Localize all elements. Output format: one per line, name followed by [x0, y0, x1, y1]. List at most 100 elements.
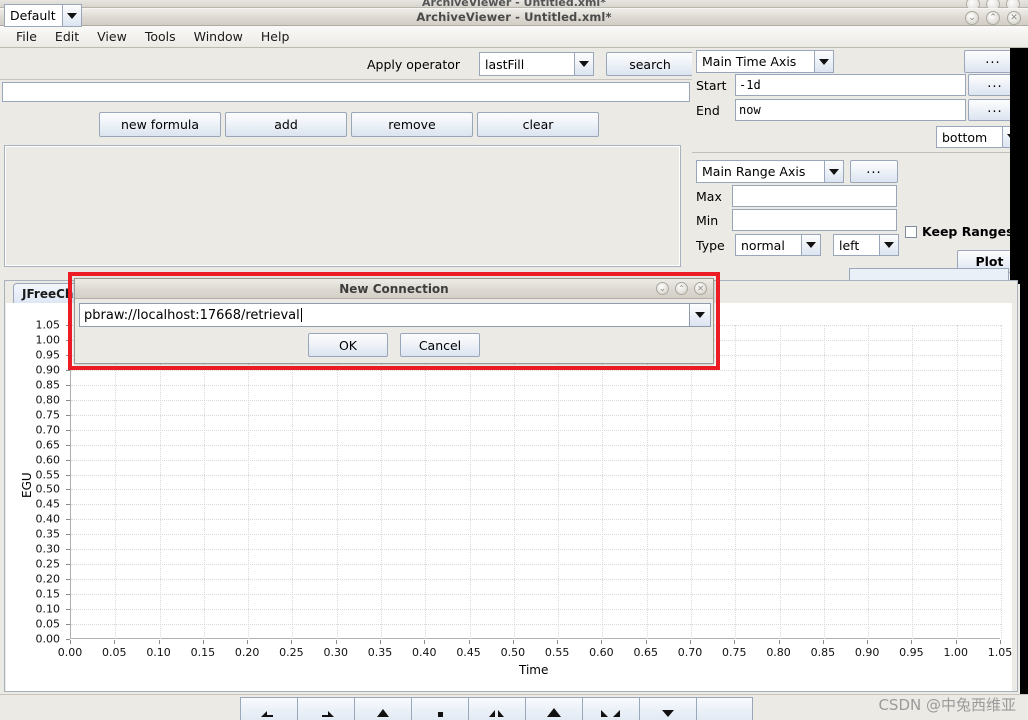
scroll-down-icon[interactable] — [639, 697, 696, 720]
pv-list-panel[interactable] — [4, 145, 681, 267]
chart-y-tick-label: 1.05 — [35, 318, 61, 332]
chevron-down-icon[interactable] — [801, 235, 820, 255]
chart-x-tickmark — [557, 640, 559, 644]
time-axis-combo[interactable]: Main Time Axis — [696, 50, 834, 73]
remove-button[interactable]: remove — [351, 112, 473, 137]
chart-plot-area[interactable] — [70, 325, 1002, 639]
range-axis-config-button[interactable]: ... — [850, 160, 898, 183]
min-input[interactable] — [732, 209, 897, 231]
blank-icon[interactable] — [696, 697, 753, 720]
chart-x-tickmark — [512, 640, 514, 644]
range-side-value: left — [834, 235, 879, 255]
max-input[interactable] — [732, 185, 897, 207]
close-button[interactable]: ✕ — [1007, 11, 1021, 25]
new-formula-button[interactable]: new formula — [99, 112, 221, 137]
keep-ranges-checkbox[interactable]: Keep Ranges — [905, 224, 1014, 239]
chart-y-tickmark — [66, 384, 70, 386]
chart-y-tickmark — [66, 519, 70, 521]
nav-forward-icon[interactable] — [297, 697, 354, 720]
chart-y-tickmark — [66, 399, 70, 401]
chart-x-tickmark — [911, 640, 913, 644]
pv-list-inner — [5, 146, 680, 266]
chart-x-tickmark — [468, 640, 470, 644]
menu-window[interactable]: Window — [186, 27, 251, 46]
pv-search-input[interactable] — [2, 82, 690, 102]
chart-y-tick-label: 0.65 — [35, 438, 61, 452]
cancel-button[interactable]: Cancel — [400, 333, 480, 357]
chart-y-tick-label: 0.70 — [35, 423, 61, 437]
zoom-in-icon[interactable] — [525, 697, 582, 720]
range-axis-combo[interactable]: Main Range Axis — [696, 160, 844, 183]
chart-gridline-vertical — [602, 325, 604, 639]
chart-x-tickmark — [690, 640, 691, 644]
chart-x-tick-label: 0.90 — [854, 646, 880, 659]
formula-button-row: new formula add remove clear — [0, 104, 692, 142]
chart-x-tickmark — [202, 640, 204, 644]
chart-x-tickmark — [645, 640, 647, 644]
range-type-combo[interactable]: normal — [735, 234, 821, 256]
chart-gridline-horizontal — [71, 384, 1001, 386]
chevron-down-icon[interactable] — [824, 161, 843, 182]
operator-combo[interactable]: lastFill — [479, 52, 594, 76]
new-connection-dialog[interactable]: New Connection ⌄ ⌃ ✕ pbraw://localhost:1… — [74, 278, 714, 364]
stop-icon[interactable] — [411, 697, 468, 720]
zoom-in-horizontal-icon[interactable] — [468, 697, 525, 720]
end-label: End — [696, 103, 720, 118]
chevron-down-icon[interactable] — [62, 5, 81, 26]
menu-tools[interactable]: Tools — [137, 27, 184, 46]
chevron-down-icon[interactable] — [574, 53, 593, 75]
menu-help[interactable]: Help — [253, 27, 298, 46]
window-title: ArchiveViewer - Untitled.xml* — [416, 10, 612, 24]
minimize-button[interactable]: ⌄ — [965, 11, 979, 25]
config-profile-combo[interactable]: Default — [4, 4, 82, 27]
window-edge-shadow-lower — [1020, 284, 1028, 720]
chevron-down-icon[interactable] — [814, 51, 833, 72]
dialog-close-button[interactable]: ✕ — [694, 282, 707, 295]
maximize-button[interactable]: ⌃ — [986, 11, 1000, 25]
menu-edit[interactable]: Edit — [47, 27, 87, 46]
chart-x-tickmark — [822, 640, 824, 644]
nav-back-icon[interactable] — [240, 697, 297, 720]
checkbox-box-icon — [905, 225, 917, 238]
min-label: Min — [696, 213, 719, 228]
chart-bottom-toolbar — [0, 694, 1028, 720]
start-input[interactable]: -1d — [735, 74, 966, 96]
connection-url-input[interactable]: pbraw://localhost:17668/retrieval — [80, 304, 689, 326]
chart-y-tickmark — [66, 579, 70, 581]
search-button[interactable]: search — [606, 52, 694, 76]
menu-view[interactable]: View — [89, 27, 135, 46]
chart-gridline-vertical — [779, 325, 781, 639]
add-button[interactable]: add — [225, 112, 347, 137]
text-caret — [300, 308, 302, 322]
range-side-combo[interactable]: left — [833, 234, 899, 256]
chart-y-tick-label: 0.40 — [35, 512, 61, 526]
menu-file[interactable]: File — [8, 27, 45, 46]
dialog-minimize-button[interactable]: ⌄ — [656, 282, 669, 295]
chart-y-tick-label: 0.90 — [35, 363, 61, 377]
chart-gridline-horizontal — [71, 399, 1001, 401]
chart-gridline-vertical — [646, 325, 648, 639]
chart-gridline-vertical — [425, 325, 427, 639]
chart-gridline-vertical — [115, 325, 117, 639]
zoom-up-icon[interactable] — [354, 697, 411, 720]
chart-x-tickmark — [867, 640, 869, 644]
chart-y-tickmark — [66, 354, 70, 356]
chevron-down-icon[interactable] — [879, 235, 898, 255]
dialog-button-row: OK Cancel — [75, 333, 713, 357]
clear-button[interactable]: clear — [477, 112, 599, 137]
window-edge-shadow — [1010, 48, 1028, 284]
chart-gridline-vertical — [691, 325, 692, 639]
ok-button[interactable]: OK — [308, 333, 388, 357]
chart-gridline-vertical — [513, 325, 515, 639]
range-axis-group: Main Range Axis ... Max Min Type normal … — [692, 158, 1022, 273]
chart-gridline-horizontal — [71, 474, 1001, 476]
chart-x-tick-label: 0.10 — [146, 646, 171, 659]
connection-url-combo[interactable]: pbraw://localhost:17668/retrieval — [79, 303, 711, 327]
end-input[interactable]: now — [735, 99, 966, 121]
chevron-down-icon[interactable] — [689, 304, 710, 326]
chart-x-tick-label: 0.25 — [279, 646, 304, 659]
chart-y-tick-label: 0.95 — [35, 348, 61, 362]
chart-gridline-horizontal — [71, 414, 1001, 416]
dialog-maximize-button[interactable]: ⌃ — [675, 282, 688, 295]
zoom-out-horizontal-icon[interactable] — [582, 697, 639, 720]
